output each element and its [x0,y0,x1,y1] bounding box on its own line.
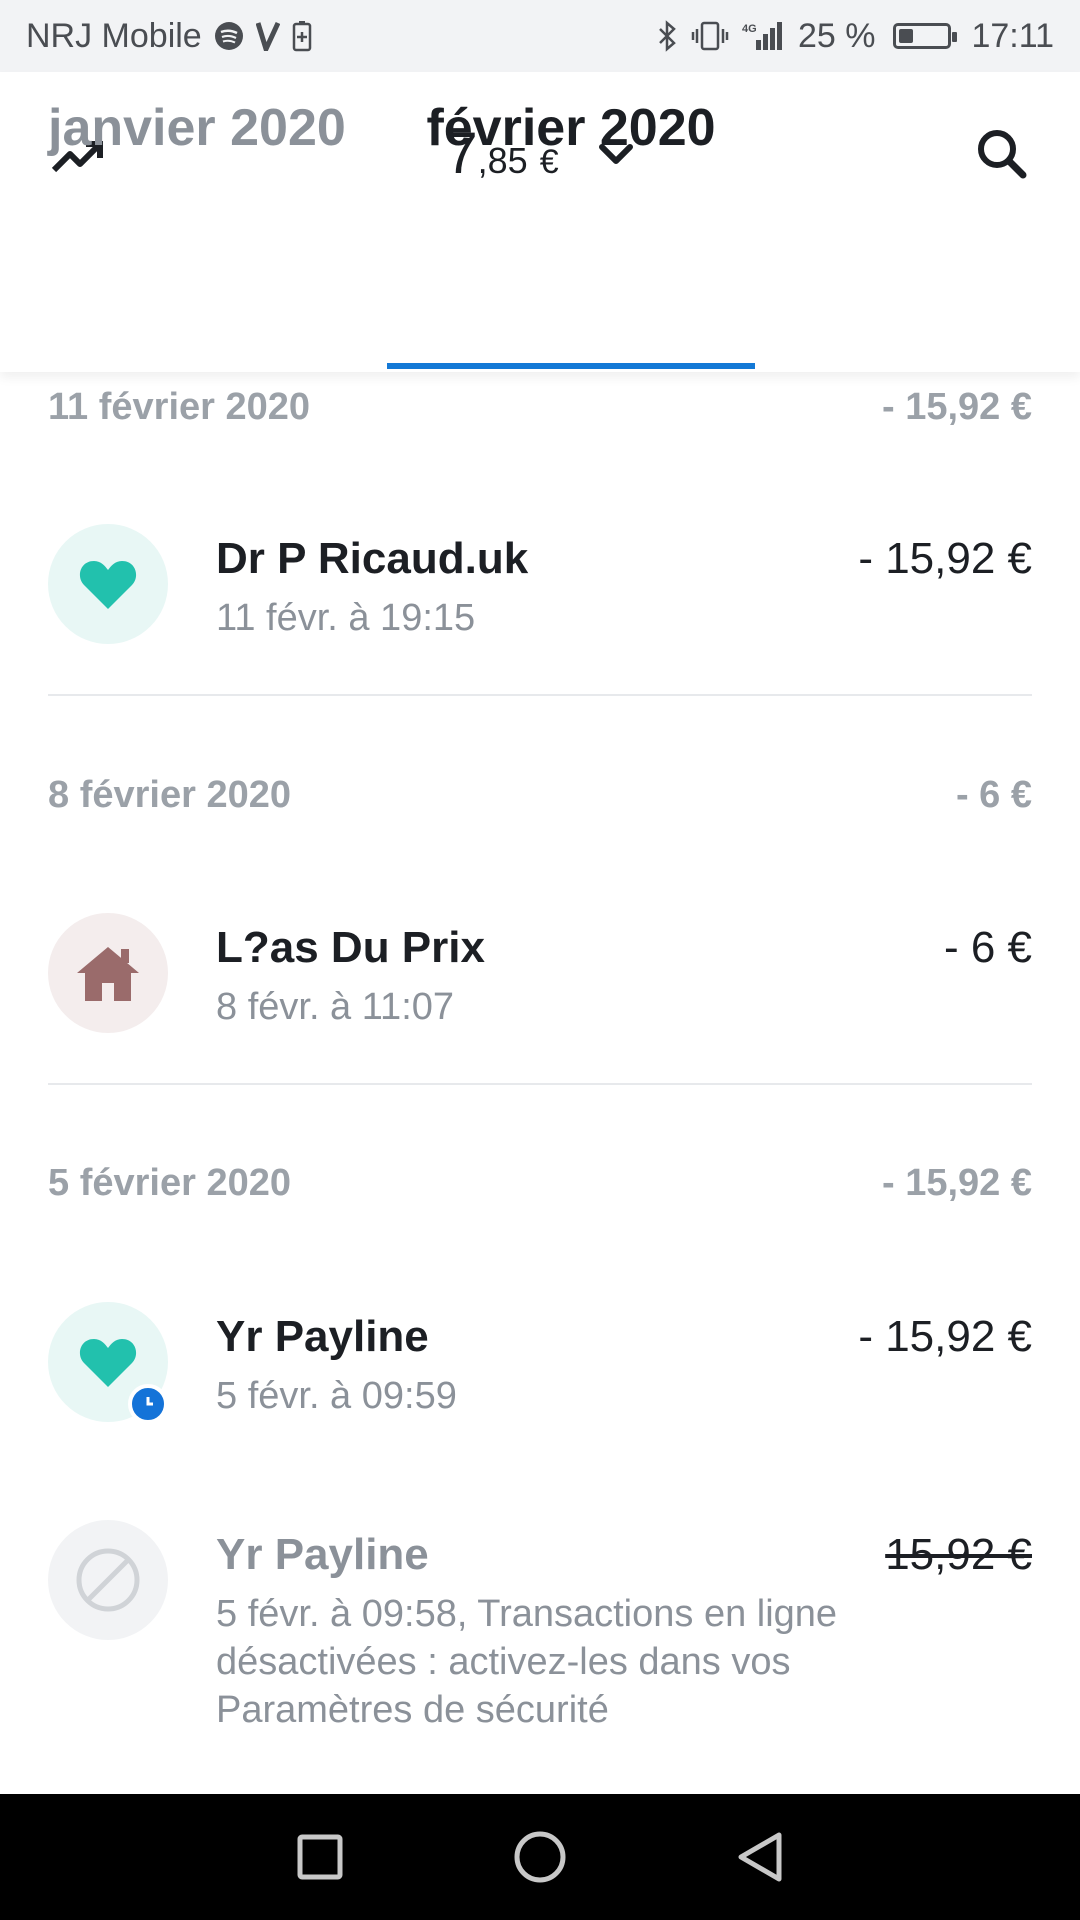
home-circle-icon[interactable] [510,1827,570,1887]
status-bar-right: 4G 25 % 17:11 [656,17,1054,56]
merchant-name: Yr Payline [216,1530,429,1579]
blocked-icon [48,1520,168,1640]
tab-label: janvier 2020 [48,99,346,157]
recents-square-icon[interactable] [290,1827,350,1887]
house-icon [48,913,168,1033]
spotify-icon [214,21,244,51]
battery-saver-icon [292,20,312,52]
day-date: 11 février 2020 [48,386,311,428]
search-icon[interactable] [970,122,1034,186]
transaction-row[interactable]: L?as Du Prix 8 févr. à 11:07 - 6 € [48,913,1032,1043]
battery-icon [893,23,958,49]
divider [48,694,1032,696]
transaction-amount: - 15,92 € [858,1312,1032,1361]
day-total: - 15,92 € [882,1162,1032,1204]
day-header: 8 février 2020 - 6 € [48,774,1032,817]
divider [48,1083,1032,1085]
vibrate-icon [690,20,730,52]
merchant-name: Yr Payline [216,1312,429,1361]
system-nav-bar [0,1794,1080,1920]
day-total: - 6 € [955,774,1032,816]
app-header: 7 ,85 € janvier 2020 février 2020 [0,72,1080,372]
svg-text:4G: 4G [742,23,757,35]
transaction-row[interactable]: Dr P Ricaud.uk 11 févr. à 19:15 - 15,92 … [48,524,1032,654]
active-tab-indicator [387,363,755,369]
clock-icon [128,1384,168,1424]
transaction-row[interactable]: Yr Payline 5 févr. à 09:59 - 15,92 € [48,1302,1032,1432]
signal-icon: 4G [742,20,786,52]
transaction-time: 8 févr. à 11:07 [216,986,455,1028]
day-date: 5 février 2020 [48,1162,291,1204]
bluetooth-icon [656,20,678,52]
heart-icon [48,524,168,644]
day-total: - 15,92 € [882,386,1032,428]
transaction-amount: - 15,92 € [858,534,1032,583]
transaction-time: 5 févr. à 09:59 [216,1375,457,1417]
day-header: 5 février 2020 - 15,92 € [48,1162,1032,1205]
status-bar: NRJ Mobile 4G 25 % 17:11 [0,0,1080,72]
declined-transaction-row[interactable]: Yr Payline 5 févr. à 09:58, Transactions… [48,1520,1032,1740]
transaction-amount: - 6 € [943,923,1032,972]
merchant-name: L?as Du Prix [216,923,485,972]
decline-reason: 5 févr. à 09:58, Transactions en ligne d… [216,1593,838,1731]
carrier-name: NRJ Mobile [26,16,202,55]
vpn-v-icon [255,21,280,51]
tab-fevrier-2020[interactable]: février 2020 [387,72,755,187]
transaction-time: 11 févr. à 19:15 [216,597,476,639]
merchant-name: Dr P Ricaud.uk [216,534,529,583]
tab-janvier-2020[interactable]: janvier 2020 [48,72,346,187]
tab-label: février 2020 [426,99,716,157]
clock-time: 17:11 [971,16,1054,55]
status-bar-left: NRJ Mobile [26,17,312,56]
battery-percent: 25 % [797,16,876,55]
day-header: 11 février 2020 - 15,92 € [48,386,1032,429]
transaction-amount: 15,92 € [885,1530,1032,1579]
back-triangle-icon[interactable] [730,1827,790,1887]
day-date: 8 février 2020 [48,774,291,816]
